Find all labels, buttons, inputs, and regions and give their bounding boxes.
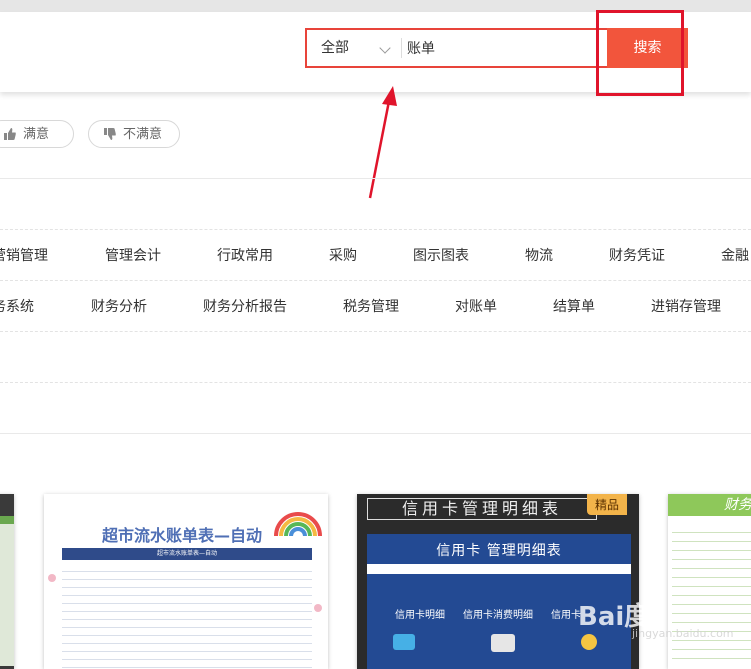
- wallet-icon: [491, 634, 515, 652]
- annotation-highlight-box: [596, 10, 684, 96]
- category-link[interactable]: 图示图表: [413, 245, 469, 265]
- category-link[interactable]: 财务分析: [91, 296, 147, 316]
- category-link[interactable]: 结算单: [553, 296, 595, 316]
- panel-item: 信用卡: [551, 610, 581, 621]
- category-link[interactable]: 进销存管理: [651, 296, 721, 316]
- category-link[interactable]: 财务分析报告: [203, 296, 287, 316]
- category-link[interactable]: 金融: [721, 245, 749, 265]
- search-input[interactable]: [407, 30, 603, 66]
- rainbow-icon: [274, 512, 322, 537]
- divider: [0, 178, 751, 179]
- category-link[interactable]: 财务凭证: [609, 245, 665, 265]
- unsatisfied-label: 不满意: [123, 127, 163, 142]
- category-link[interactable]: 采购: [329, 245, 357, 265]
- thumbs-down-icon: [104, 128, 116, 140]
- divider: [0, 382, 751, 383]
- panel-item: 信用卡消费明细: [463, 610, 533, 621]
- coin-icon: [581, 634, 597, 650]
- category-link[interactable]: 务系统: [0, 296, 34, 316]
- baidu-watermark-url: jingyan.baidu.com: [632, 627, 734, 640]
- search-scope-label: 全部: [321, 40, 349, 56]
- template-card[interactable]: 超市流水账单表—自动 超市流水账单表—自动: [44, 494, 328, 669]
- category-link[interactable]: 物流: [525, 245, 553, 265]
- divider: [0, 433, 751, 434]
- satisfied-label: 满意: [23, 127, 50, 142]
- template-card[interactable]: [0, 494, 14, 669]
- template-card[interactable]: 信用卡管理明细表 精品 信用卡 管理明细表 信用卡明细 信用卡消费明细 信用卡: [357, 494, 639, 669]
- satisfied-button[interactable]: 满意: [0, 120, 74, 148]
- panel-item: 信用卡明细: [395, 610, 445, 621]
- search-box: 全部: [305, 28, 607, 68]
- chevron-down-icon: [379, 42, 391, 54]
- category-link[interactable]: 行政常用: [217, 245, 273, 265]
- table-header: 超市流水账单表—自动: [62, 548, 312, 560]
- template-title: 信用卡管理明细表: [367, 498, 597, 520]
- search-scope-select[interactable]: 全部: [307, 30, 401, 66]
- category-link[interactable]: 税务管理: [343, 296, 399, 316]
- credit-card-icon: [393, 634, 415, 650]
- panel-title: 信用卡 管理明细表: [436, 543, 562, 559]
- divider: [0, 331, 751, 332]
- category-link[interactable]: 对账单: [455, 296, 497, 316]
- category-link[interactable]: 营销管理: [0, 245, 48, 265]
- premium-badge: 精品: [587, 494, 628, 515]
- thumbs-up-icon: [4, 128, 16, 140]
- divider: [0, 229, 751, 230]
- template-card[interactable]: 财务: [668, 494, 751, 669]
- divider: [401, 38, 402, 58]
- table-grid: [62, 564, 312, 669]
- category-link[interactable]: 管理会计: [105, 245, 161, 265]
- template-title: 超市流水账单表—自动: [102, 526, 263, 545]
- template-title: 财务: [668, 494, 751, 516]
- divider: [0, 280, 751, 281]
- unsatisfied-button[interactable]: 不满意: [88, 120, 180, 148]
- table-grid: [672, 524, 751, 664]
